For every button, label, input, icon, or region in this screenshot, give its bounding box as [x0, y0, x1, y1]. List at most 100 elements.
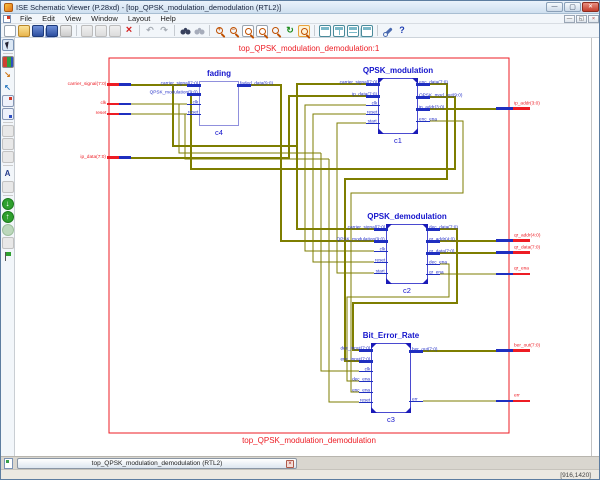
- find-next-icon[interactable]: [193, 24, 205, 37]
- document-icon[interactable]: [4, 457, 13, 469]
- pin-label: clk: [371, 101, 377, 106]
- plus-glyph: +: [217, 26, 221, 33]
- pin-label: err: [412, 397, 418, 402]
- new-file-icon[interactable]: [4, 24, 16, 37]
- pan-icon[interactable]: [298, 24, 310, 37]
- sidebar-separator: [2, 53, 13, 54]
- sidebar-separator: [2, 165, 13, 166]
- tab-label: top_QPSK_modulation_demodulation (RTL2): [91, 459, 223, 467]
- history-back-icon[interactable]: [1, 224, 14, 236]
- port-label: carrier_signal(7:0): [67, 81, 106, 87]
- close-button[interactable]: [582, 2, 599, 12]
- pin-label: enc_data(7:0): [419, 80, 448, 85]
- instance-name-c1: c1: [394, 136, 402, 145]
- paste-icon[interactable]: [109, 24, 121, 37]
- pin-label: dec_input(7:0): [340, 346, 370, 351]
- cut-icon[interactable]: [81, 24, 93, 37]
- block-qpsk-demodulation[interactable]: carrier_signal(7:0) QPSK_modulation(9:0)…: [337, 224, 458, 284]
- view-objects-icon[interactable]: [1, 125, 14, 137]
- instance-name-c3: c3: [387, 415, 395, 424]
- copy-icon[interactable]: [95, 24, 107, 37]
- minimize-button[interactable]: [546, 2, 563, 12]
- history-forward-icon[interactable]: [1, 237, 14, 249]
- port-label: ber_out(7:0): [514, 343, 541, 348]
- tile-view-icon[interactable]: [347, 24, 359, 37]
- mdi-restore-button[interactable]: [576, 15, 587, 23]
- add-view-icon[interactable]: [1, 108, 14, 120]
- undo-icon[interactable]: [144, 25, 156, 37]
- pin-label: ber_out(7:0): [412, 347, 438, 352]
- cascade-view-icon[interactable]: [361, 24, 373, 37]
- pin-label: dec_data(7:0): [429, 225, 458, 230]
- next-instance-icon[interactable]: [1, 198, 14, 210]
- block-title-qpsk-modulation: QPSK_modulation: [362, 66, 434, 75]
- port-stub: [119, 113, 131, 115]
- corner-notch: [405, 407, 411, 413]
- port-stub: [496, 400, 513, 402]
- view-hierarchy-icon[interactable]: [1, 56, 14, 68]
- port-label: qr_data(7:0): [514, 245, 541, 250]
- port-stub: [496, 239, 513, 242]
- trace-disabled-icon[interactable]: [1, 181, 14, 193]
- block-bit-error-rate[interactable]: dec_input(7:0) enc_input(7:0) clk dec_en…: [340, 343, 437, 413]
- find-objects-icon[interactable]: [2, 168, 14, 180]
- tab-close-icon[interactable]: [286, 459, 294, 468]
- previous-instance-icon[interactable]: [1, 211, 14, 223]
- view-nets-icon[interactable]: [1, 138, 14, 150]
- port-stub: [513, 349, 530, 352]
- zoom-in-icon[interactable]: +: [214, 25, 226, 37]
- zoom-page-icon[interactable]: [242, 24, 254, 37]
- maximize-button[interactable]: [564, 2, 581, 12]
- save-all-icon[interactable]: [46, 24, 58, 37]
- pop-out-block-icon[interactable]: [2, 82, 14, 94]
- mdi-close-button[interactable]: [588, 15, 599, 23]
- push-into-block-icon[interactable]: [2, 69, 14, 81]
- select-tool-icon[interactable]: [1, 39, 14, 51]
- block-fading[interactable]: carrier_signal(7:0) QPSK_modulation(9:0)…: [150, 81, 273, 126]
- pin-label: reset: [187, 110, 198, 115]
- split-view-icon[interactable]: [333, 24, 345, 37]
- context-help-icon[interactable]: [396, 25, 408, 37]
- open-source-icon[interactable]: [1, 95, 14, 107]
- mdi-document-icon[interactable]: [3, 14, 11, 23]
- open-file-icon[interactable]: [18, 24, 30, 37]
- tab-rtl-schematic[interactable]: top_QPSK_modulation_demodulation (RTL2): [17, 457, 297, 469]
- sidebar-separator: [2, 122, 13, 123]
- menu-view[interactable]: View: [60, 14, 86, 23]
- toolbar-separator: [139, 25, 140, 36]
- print-icon[interactable]: [60, 24, 72, 37]
- corner-notch: [386, 278, 392, 284]
- window-disabled-icon[interactable]: [1, 151, 14, 163]
- mdi-minimize-button[interactable]: [564, 15, 575, 23]
- corner-notch: [422, 278, 428, 284]
- port-stub: [513, 400, 530, 402]
- port-stub: [513, 251, 530, 254]
- pin-label: dec_ena: [429, 260, 447, 265]
- status-bar: [916,1420]: [1, 469, 599, 479]
- zoom-selection-icon[interactable]: [270, 25, 282, 37]
- preferences-icon[interactable]: [382, 25, 394, 37]
- redo-icon[interactable]: [158, 25, 170, 37]
- ise-schematic-viewer-window: top_QPSK_modulation_demodulation:1 top_Q…: [0, 0, 600, 480]
- delete-icon[interactable]: [123, 25, 135, 37]
- pin-label: carrier_signal(7:0): [347, 225, 385, 230]
- save-icon[interactable]: [32, 24, 44, 37]
- new-view-icon[interactable]: [319, 24, 331, 37]
- zoom-out-icon[interactable]: −: [228, 25, 240, 37]
- refresh-icon[interactable]: [284, 25, 296, 37]
- port-stub: [107, 156, 119, 159]
- pin-label: reset: [359, 398, 370, 403]
- block-qpsk-modulation[interactable]: carrier_signal(7:0) ip_data(7:0) clk res…: [339, 78, 462, 134]
- menu-edit[interactable]: Edit: [37, 14, 60, 23]
- find-icon[interactable]: [179, 24, 191, 37]
- zoom-fit-icon[interactable]: [256, 24, 268, 37]
- block-title-bit-error-rate: Bit_Error_Rate: [362, 331, 420, 340]
- menu-help[interactable]: Help: [155, 14, 180, 23]
- menu-file[interactable]: File: [15, 14, 37, 23]
- add-marker-icon[interactable]: [2, 250, 14, 262]
- menu-layout[interactable]: Layout: [123, 14, 156, 23]
- port-stub: [496, 273, 513, 275]
- pin-label: qr_addr(4:0): [429, 237, 455, 242]
- corner-notch: [412, 128, 418, 134]
- menu-window[interactable]: Window: [86, 14, 123, 23]
